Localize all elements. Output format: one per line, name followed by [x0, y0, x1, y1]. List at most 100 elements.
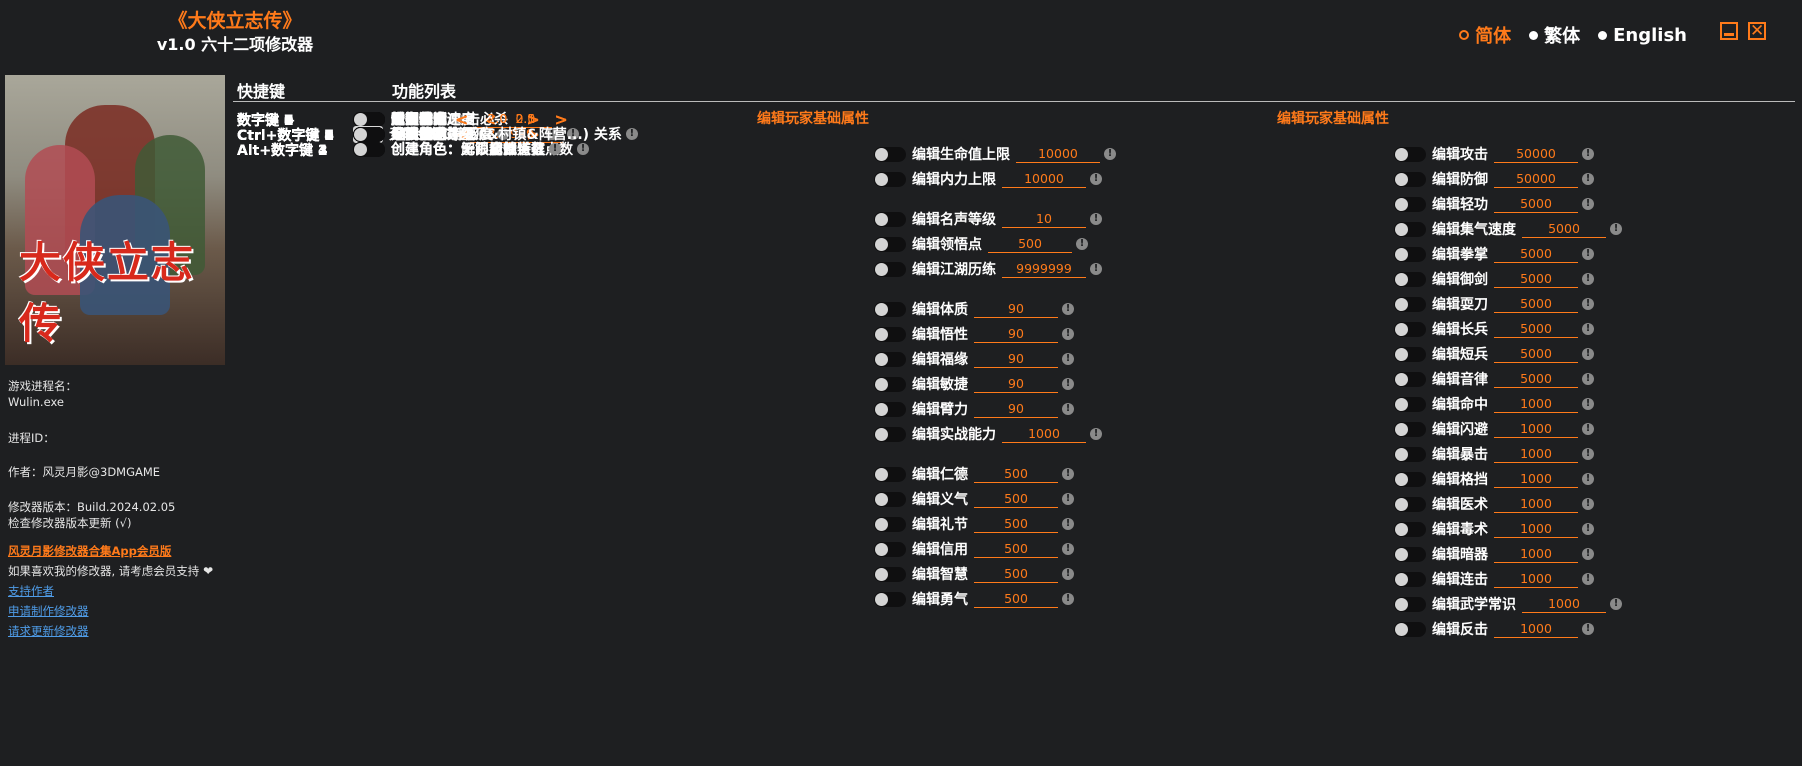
game-logo: 大侠立志传 — [19, 238, 196, 348]
attribute-value-input[interactable]: 10000 — [1016, 146, 1100, 163]
attribute-toggle[interactable] — [874, 326, 906, 342]
support-author-link[interactable]: 支持作者 — [8, 583, 54, 599]
attribute-label: 编辑悟性 — [912, 327, 968, 343]
attribute-value-input[interactable]: 1000 — [1494, 471, 1578, 488]
attribute-toggle[interactable] — [1394, 596, 1426, 612]
attribute-toggle[interactable] — [874, 491, 906, 507]
heart-icon: ❤ — [199, 564, 214, 578]
attribute-value-input[interactable]: 5000 — [1522, 221, 1606, 238]
attribute-value-input[interactable]: 90 — [974, 351, 1058, 368]
attribute-toggle[interactable] — [874, 261, 906, 277]
attribute-toggle[interactable] — [1394, 271, 1426, 287]
attribute-toggle[interactable] — [874, 566, 906, 582]
info-icon: ! — [1062, 303, 1074, 315]
attribute-value-input[interactable]: 500 — [974, 466, 1058, 483]
attribute-toggle[interactable] — [1394, 621, 1426, 637]
attribute-toggle[interactable] — [1394, 146, 1426, 162]
attribute-toggle[interactable] — [874, 351, 906, 367]
attribute-toggle[interactable] — [874, 211, 906, 227]
attribute-value-input[interactable]: 500 — [974, 591, 1058, 608]
attribute-value-input[interactable]: 5000 — [1494, 321, 1578, 338]
attribute-row: 编辑拳掌 5000! — [1394, 244, 1594, 264]
attribute-value-input[interactable]: 90 — [974, 326, 1058, 343]
attribute-toggle[interactable] — [874, 146, 906, 162]
attribute-toggle[interactable] — [874, 301, 906, 317]
attribute-toggle[interactable] — [1394, 571, 1426, 587]
info-icon: ! — [1062, 543, 1074, 555]
info-icon: ! — [1062, 353, 1074, 365]
info-icon: ! — [1582, 573, 1594, 585]
attribute-value-input[interactable]: 500 — [974, 541, 1058, 558]
attribute-toggle[interactable] — [1394, 171, 1426, 187]
app-subtitle: v1.0 六十二项修改器 — [156, 35, 314, 54]
attribute-value-input[interactable]: 10000 — [1002, 171, 1086, 188]
attribute-toggle[interactable] — [874, 426, 906, 442]
attribute-toggle[interactable] — [1394, 521, 1426, 537]
attribute-value-input[interactable]: 5000 — [1494, 246, 1578, 263]
attribute-toggle[interactable] — [874, 516, 906, 532]
attribute-value-input[interactable]: 50000 — [1494, 171, 1578, 188]
feature-toggle[interactable] — [353, 141, 385, 157]
attribute-toggle[interactable] — [874, 541, 906, 557]
minimize-button[interactable] — [1720, 22, 1738, 40]
attribute-value-input[interactable]: 10 — [1002, 211, 1086, 228]
attribute-value-input[interactable]: 9999999 — [1002, 261, 1086, 278]
info-icon: ! — [1090, 173, 1102, 185]
attribute-toggle[interactable] — [1394, 321, 1426, 337]
attribute-toggle[interactable] — [1394, 471, 1426, 487]
attribute-value-input[interactable]: 500 — [974, 491, 1058, 508]
close-button[interactable]: ✕ — [1748, 22, 1766, 40]
attribute-toggle[interactable] — [874, 236, 906, 252]
attribute-label: 编辑智慧 — [912, 567, 968, 583]
request-trainer-link[interactable]: 申请制作修改器 — [8, 603, 89, 619]
attribute-value-input[interactable]: 1000 — [1522, 596, 1606, 613]
attribute-toggle[interactable] — [1394, 371, 1426, 387]
attribute-toggle[interactable] — [874, 466, 906, 482]
attribute-value-input[interactable]: 1000 — [1494, 446, 1578, 463]
info-icon: ! — [1582, 548, 1594, 560]
attribute-value-input[interactable]: 5000 — [1494, 346, 1578, 363]
attribute-value-input[interactable]: 1000 — [1494, 396, 1578, 413]
attribute-value-input[interactable]: 1000 — [1494, 546, 1578, 563]
attribute-toggle[interactable] — [874, 401, 906, 417]
attribute-toggle[interactable] — [874, 171, 906, 187]
attribute-value-input[interactable]: 500 — [974, 566, 1058, 583]
attribute-toggle[interactable] — [1394, 221, 1426, 237]
attribute-toggle[interactable] — [1394, 546, 1426, 562]
lang-option-simplified[interactable]: 简体 — [1459, 22, 1511, 48]
lang-option-traditional[interactable]: 繁体 — [1529, 22, 1580, 48]
attribute-toggle[interactable] — [1394, 346, 1426, 362]
attribute-toggle[interactable] — [1394, 421, 1426, 437]
attribute-value-input[interactable]: 5000 — [1494, 296, 1578, 313]
check-update-link[interactable]: 检查修改器版本更新 (√) — [8, 515, 131, 531]
attribute-value-input[interactable]: 1000 — [1494, 621, 1578, 638]
attribute-value-input[interactable]: 5000 — [1494, 271, 1578, 288]
attribute-value-input[interactable]: 90 — [974, 301, 1058, 318]
attribute-toggle[interactable] — [874, 591, 906, 607]
attribute-value-input[interactable]: 5000 — [1494, 371, 1578, 388]
attribute-toggle[interactable] — [1394, 396, 1426, 412]
attribute-toggle[interactable] — [1394, 496, 1426, 512]
attribute-toggle[interactable] — [1394, 246, 1426, 262]
attribute-toggle[interactable] — [874, 376, 906, 392]
vip-link[interactable]: 风灵月影修改器合集App会员版 — [8, 543, 171, 559]
attribute-value-input[interactable]: 50000 — [1494, 146, 1578, 163]
attribute-value-input[interactable]: 90 — [974, 376, 1058, 393]
attribute-value-input[interactable]: 1000 — [1494, 571, 1578, 588]
info-icon: ! — [1062, 593, 1074, 605]
attribute-value-input[interactable]: 1000 — [1494, 421, 1578, 438]
attribute-value-input[interactable]: 1000 — [1494, 496, 1578, 513]
lang-option-english[interactable]: English — [1598, 22, 1687, 48]
attribute-value-input[interactable]: 500 — [988, 236, 1072, 253]
attribute-toggle[interactable] — [1394, 296, 1426, 312]
attribute-toggle[interactable] — [1394, 196, 1426, 212]
close-icon: ✕ — [1750, 21, 1765, 41]
attribute-value-input[interactable]: 1000 — [1494, 521, 1578, 538]
attribute-value-input[interactable]: 90 — [974, 401, 1058, 418]
attribute-toggle[interactable] — [1394, 446, 1426, 462]
request-update-link[interactable]: 请求更新修改器 — [8, 623, 89, 639]
info-icon: ! — [1062, 568, 1074, 580]
attribute-value-input[interactable]: 5000 — [1494, 196, 1578, 213]
attribute-value-input[interactable]: 500 — [974, 516, 1058, 533]
attribute-value-input[interactable]: 1000 — [1002, 426, 1086, 443]
